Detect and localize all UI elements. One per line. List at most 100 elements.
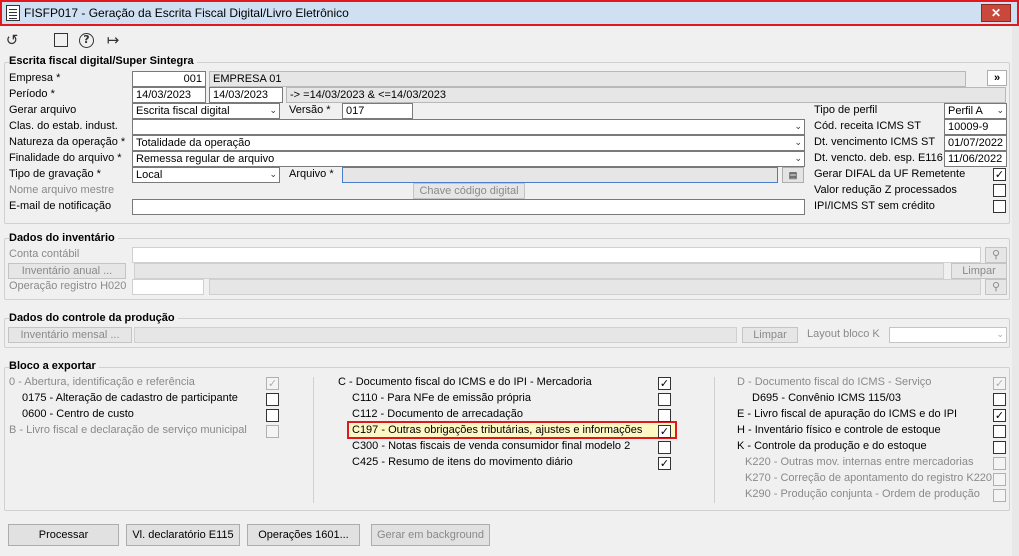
periodo-start-field[interactable]: 14/03/2023 — [132, 87, 206, 103]
versao-label: Versão * — [289, 104, 331, 116]
periodo-filter-field: -> =14/03/2023 & <=14/03/2023 — [286, 87, 1006, 103]
efd-group-title: Escrita fiscal digital/Super Sintegra — [9, 55, 197, 67]
finalidade-label: Finalidade do arquivo * — [9, 152, 122, 164]
gerar-arquivo-value: Escrita fiscal digital — [136, 105, 230, 117]
tipo-gravacao-label: Tipo de gravação * — [9, 168, 101, 180]
tipo-perfil-value: Perfil A — [948, 105, 983, 117]
bloco-item-checkbox[interactable]: ✓ — [658, 425, 671, 438]
email-label: E-mail de notificação — [9, 200, 112, 212]
undo-icon[interactable]: ↺ — [3, 31, 21, 49]
bloco-item-checkbox[interactable] — [658, 441, 671, 454]
inventario-group-title: Dados do inventário — [9, 232, 118, 244]
clas-estab-select[interactable]: ⌄ — [132, 119, 805, 135]
cod-receita-label: Cód. receita ICMS ST — [814, 120, 921, 132]
natureza-label: Natureza da operação * — [9, 136, 126, 148]
bloco-item-label: K220 - Outras mov. internas entre mercad… — [745, 456, 974, 468]
chevron-down-icon: ⌄ — [794, 122, 802, 132]
search-icon: ⚲ — [985, 247, 1007, 263]
nome-arquivo-label: Nome arquivo mestre — [9, 184, 115, 196]
producao-group-title: Dados do controle da produção — [9, 312, 178, 324]
cod-receita-field[interactable]: 10009-9 — [944, 119, 1007, 135]
natureza-select[interactable]: Totalidade da operação ⌄ — [132, 135, 805, 151]
chevron-down-icon: ⌄ — [269, 170, 277, 180]
dt-vencto-field[interactable]: 11/06/2022 — [944, 151, 1007, 167]
bloco-item-checkbox[interactable] — [993, 393, 1006, 406]
limpar-inventario-button: Limpar — [951, 263, 1007, 279]
chave-codigo-button: Chave código digital — [413, 183, 525, 199]
layout-bloco-k-select: ⌄ — [889, 327, 1007, 343]
bloco-item-checkbox[interactable]: ✓ — [658, 377, 671, 390]
tipo-gravacao-value: Local — [136, 169, 163, 181]
column-divider — [313, 377, 314, 503]
bloco-item-checkbox[interactable] — [266, 409, 279, 422]
email-field[interactable] — [132, 199, 805, 215]
natureza-value: Totalidade da operação — [136, 137, 251, 149]
layout-bloco-k-label: Layout bloco K — [807, 328, 880, 340]
bloco-item-checkbox[interactable]: ✓ — [993, 409, 1006, 422]
bloco-item-label: K - Controle da produção e do estoque — [737, 440, 927, 452]
calendar-icon[interactable] — [54, 33, 68, 47]
periodo-label: Período * — [9, 88, 55, 100]
bloco-item-checkbox[interactable] — [658, 409, 671, 422]
bloco-item-checkbox[interactable] — [993, 425, 1006, 438]
arquivo-field[interactable] — [342, 167, 778, 183]
operacoes-1601-button[interactable]: Operações 1601... — [247, 524, 360, 546]
versao-field[interactable]: 017 — [342, 103, 413, 119]
bloco-item-checkbox: ✓ — [266, 377, 279, 390]
periodo-end-field[interactable]: 14/03/2023 — [209, 87, 283, 103]
empresa-label: Empresa * — [9, 72, 61, 84]
vl-declaratorio-button[interactable]: Vl. declaratório E115 — [126, 524, 240, 546]
close-button[interactable]: ✕ — [981, 4, 1011, 22]
inventario-anual-button: Inventário anual ... — [8, 263, 126, 279]
main-window: FISFP017 - Geração da Escrita Fiscal Dig… — [0, 0, 1019, 556]
empresa-code-field[interactable]: 001 — [132, 71, 206, 87]
bloco-group-title: Bloco a exportar — [9, 360, 99, 372]
bloco-item-checkbox[interactable] — [658, 393, 671, 406]
help-icon[interactable]: ? — [79, 33, 94, 48]
window-title: FISFP017 - Geração da Escrita Fiscal Dig… — [24, 6, 349, 20]
chevron-down-icon: ⌄ — [794, 154, 802, 164]
bloco-item-label: 0 - Abertura, identificação e referência — [9, 376, 195, 388]
bloco-item-checkbox — [993, 473, 1006, 486]
bloco-item-checkbox[interactable] — [993, 441, 1006, 454]
bloco-item-label: 0600 - Centro de custo — [22, 408, 134, 420]
finalidade-select[interactable]: Remessa regular de arquivo ⌄ — [132, 151, 805, 167]
bloco-item-checkbox — [993, 457, 1006, 470]
bloco-item-label: H - Inventário físico e controle de esto… — [737, 424, 941, 436]
conta-contabil-field — [132, 247, 981, 263]
bloco-item-checkbox — [266, 425, 279, 438]
bloco-item-label: B - Livro fiscal e declaração de serviço… — [9, 424, 247, 436]
tipo-perfil-label: Tipo de perfil — [814, 104, 878, 116]
tipo-perfil-select[interactable]: Perfil A ⌄ — [944, 103, 1007, 119]
bloco-item-label: C300 - Notas fiscais de venda consumidor… — [352, 440, 631, 452]
tipo-gravacao-select[interactable]: Local ⌄ — [132, 167, 280, 183]
dt-vencimento-field[interactable]: 01/07/2022 — [944, 135, 1007, 151]
inventario-mensal-field — [134, 327, 737, 343]
empresa-name-field: EMPRESA 01 — [209, 71, 966, 87]
valor-reducao-label: Valor redução Z processados — [814, 184, 957, 196]
more-button[interactable]: » — [987, 70, 1007, 86]
file-browse-icon[interactable]: ▤ — [782, 167, 804, 183]
finalidade-value: Remessa regular de arquivo — [136, 153, 275, 165]
processar-button[interactable]: Processar — [8, 524, 119, 546]
difal-checkbox[interactable]: ✓ — [993, 168, 1006, 181]
search-icon: ⚲ — [985, 279, 1007, 295]
document-icon — [6, 5, 20, 21]
bloco-item-label: C197 - Outras obrigações tributárias, aj… — [352, 424, 643, 436]
conta-contabil-label: Conta contábil — [9, 248, 80, 260]
ipi-icms-label: IPI/ICMS ST sem crédito — [814, 200, 935, 212]
bloco-item-label: 0175 - Alteração de cadastro de particip… — [22, 392, 238, 404]
limpar-producao-button: Limpar — [742, 327, 798, 343]
dt-vencto-label: Dt. vencto. deb. esp. E116 — [814, 152, 943, 164]
bloco-item-label: E - Livro fiscal de apuração do ICMS e d… — [737, 408, 958, 420]
bloco-item-checkbox[interactable]: ✓ — [658, 457, 671, 470]
inventario-mensal-button: Inventário mensal ... — [8, 327, 132, 343]
valor-reducao-checkbox[interactable] — [993, 184, 1006, 197]
ipi-icms-checkbox[interactable] — [993, 200, 1006, 213]
bloco-item-checkbox — [993, 489, 1006, 502]
bloco-item-label: C110 - Para NFe de emissão própria — [352, 392, 531, 404]
exit-icon[interactable]: ↦ — [104, 31, 122, 49]
gerar-arquivo-select[interactable]: Escrita fiscal digital ⌄ — [132, 103, 280, 119]
bloco-item-checkbox[interactable] — [266, 393, 279, 406]
chevron-down-icon: ⌄ — [794, 138, 802, 148]
